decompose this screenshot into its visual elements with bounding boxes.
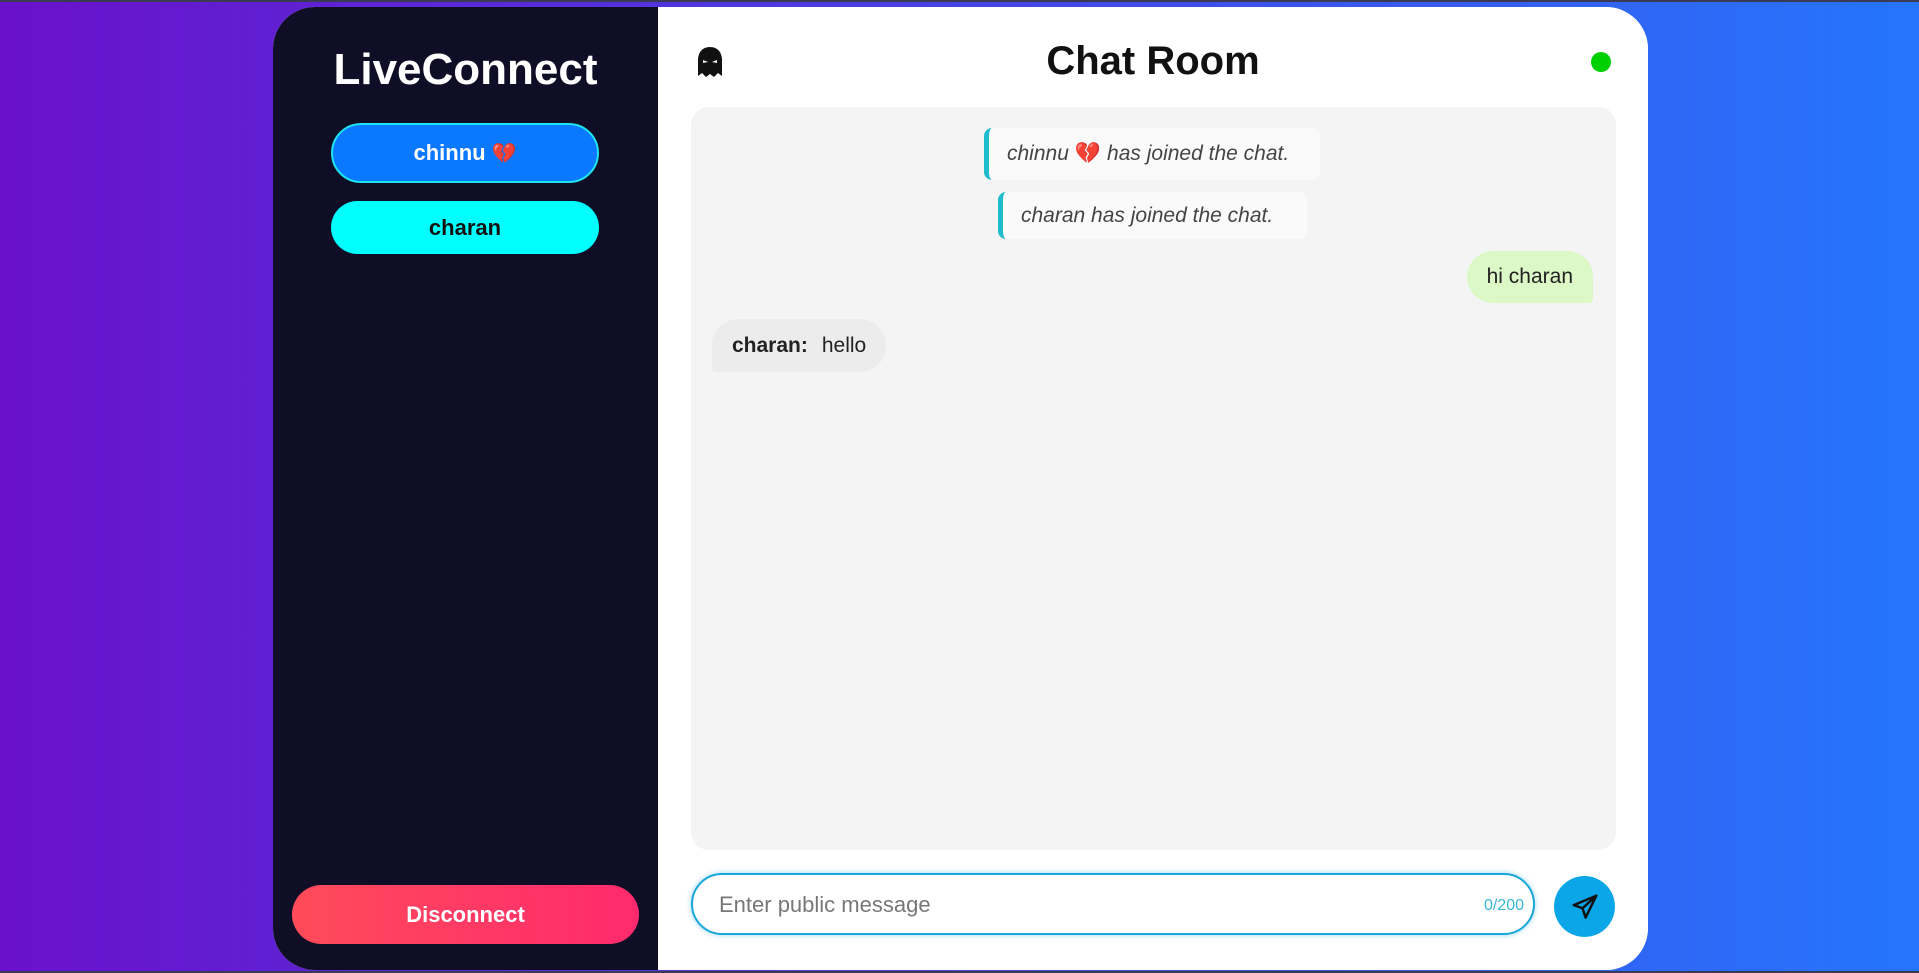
disconnect-button[interactable]: Disconnect — [292, 885, 639, 944]
online-status-indicator — [1591, 52, 1611, 72]
app-brand: LiveConnect — [333, 45, 598, 94]
message-composer: 0/200 — [691, 873, 1535, 935]
system-message: charan has joined the chat. — [998, 192, 1307, 239]
broken-heart-icon: 💔 — [491, 142, 517, 165]
window-top-border — [0, 0, 1919, 2]
char-counter: 0/200 — [1483, 897, 1524, 914]
incoming-message: charan: hello — [712, 319, 887, 372]
page-title: Chat Room — [1046, 39, 1260, 83]
system-message: chinnu 💔 has joined the chat. — [984, 128, 1320, 180]
user-item-charan[interactable]: charan — [331, 201, 599, 254]
user-name: charan — [428, 214, 502, 240]
sidebar: LiveConnect chinnu 💔 charan Disconnect — [273, 7, 658, 970]
send-icon — [1572, 894, 1597, 919]
message-text: hello — [821, 333, 867, 357]
send-button[interactable] — [1554, 876, 1615, 937]
message-sender: charan: — [732, 333, 808, 357]
broken-heart-icon: 💔 — [1074, 142, 1102, 165]
outgoing-message: hi charan — [1466, 251, 1593, 303]
user-item-chinnu[interactable]: chinnu 💔 — [331, 123, 599, 183]
user-name: chinnu — [413, 140, 486, 165]
message-input[interactable] — [719, 888, 1419, 922]
chat-main: Chat Room chinnu 💔 has joined the chat. … — [658, 7, 1648, 970]
chat-app-card: LiveConnect chinnu 💔 charan Disconnect C… — [273, 7, 1648, 970]
message-list: chinnu 💔 has joined the chat. charan has… — [691, 107, 1616, 850]
